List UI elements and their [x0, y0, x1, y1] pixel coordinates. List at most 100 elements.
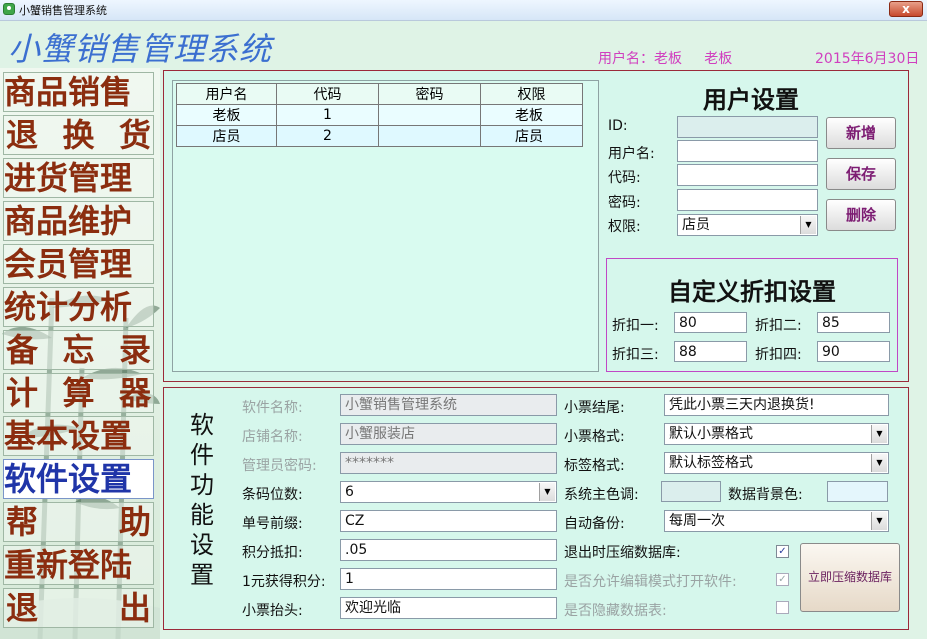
username-field[interactable] — [677, 140, 818, 162]
current-user: 用户名：老板 老板 — [598, 48, 732, 68]
receipt-format-label: 小票格式: — [564, 429, 625, 445]
role-select-value: 店员 — [682, 217, 710, 233]
discount4-label: 折扣四: — [755, 347, 802, 363]
user-settings-title: 用户设置 — [703, 85, 799, 114]
cell-code: 1 — [276, 104, 379, 126]
nav-item-returns-exchange-label: 退换货 — [6, 116, 151, 154]
nav-item-help-label: 帮助 — [6, 503, 151, 541]
nav-item-purchase-management[interactable]: 进货管理 — [3, 158, 154, 198]
nav-item-statistics[interactable]: 统计分析 — [3, 287, 154, 327]
chevron-down-icon[interactable]: ▼ — [871, 512, 887, 530]
shop-name-label: 店铺名称: — [242, 429, 303, 445]
nav-item-relogin[interactable]: 重新登陆 — [3, 545, 154, 585]
cell-username: 店员 — [176, 125, 277, 147]
users-grid[interactable]: 用户名 代码 密码 权限 老板 1 老板 店员 2 店员 — [172, 80, 599, 372]
points-per-yuan-field[interactable]: 1 — [340, 568, 557, 590]
col-role[interactable]: 权限 — [480, 83, 583, 105]
nav-item-memo[interactable]: 备忘录 — [3, 330, 154, 370]
code-label: 代码: — [608, 170, 641, 186]
cell-password — [378, 104, 481, 126]
nav-item-memo-label: 备忘录 — [6, 331, 151, 369]
hide-data-table-label: 是否隐藏数据表: — [564, 603, 667, 619]
discount4-field[interactable]: 90 — [817, 341, 890, 362]
table-row[interactable]: 店员 2 店员 — [176, 125, 583, 147]
sidebar: 商品销售 退换货 进货管理 商品维护 会员管理 统计分析 备忘录 计算器 基本设… — [0, 68, 160, 639]
software-name-label: 软件名称: — [242, 400, 303, 416]
section-title-char: 置 — [190, 561, 214, 589]
auto-backup-value: 每周一次 — [669, 513, 725, 529]
receipt-header-label: 小票抬头: — [242, 603, 303, 619]
software-settings-title: 软 件 功 能 设 置 — [185, 410, 219, 590]
receipt-format-value: 默认小票格式 — [669, 426, 753, 442]
allow-edit-mode-checkbox[interactable]: ✓ — [776, 573, 789, 586]
receipt-footer-field[interactable]: 凭此小票三天内退换货! — [664, 394, 889, 416]
save-user-button[interactable]: 保存 — [826, 158, 896, 190]
label-format-select[interactable]: 默认标签格式 ▼ — [664, 452, 889, 474]
discount3-label: 折扣三: — [612, 347, 659, 363]
role-select[interactable]: 店员 ▼ — [677, 214, 818, 236]
id-field[interactable] — [677, 116, 818, 138]
nav-item-basic-settings[interactable]: 基本设置 — [3, 416, 154, 456]
password-label: 密码: — [608, 195, 641, 211]
software-name-field: 小蟹销售管理系统 — [340, 394, 557, 416]
main-color-label: 系统主色调: — [564, 487, 639, 503]
points-deduct-label: 积分抵扣: — [242, 545, 303, 561]
admin-password-label: 管理员密码: — [242, 458, 317, 474]
nav-item-software-settings[interactable]: 软件设置 — [3, 459, 154, 499]
current-user-label: 用户名：老板 — [598, 51, 682, 67]
current-user-role: 老板 — [704, 51, 733, 67]
receipt-format-select[interactable]: 默认小票格式 ▼ — [664, 423, 889, 445]
nav-item-product-sales[interactable]: 商品销售 — [3, 72, 154, 112]
col-password[interactable]: 密码 — [378, 83, 481, 105]
discount3-field[interactable]: 88 — [674, 341, 747, 362]
barcode-digits-value: 6 — [345, 484, 354, 500]
points-deduct-field[interactable]: .05 — [340, 539, 557, 561]
username-label: 用户名: — [608, 146, 655, 162]
col-code[interactable]: 代码 — [276, 83, 379, 105]
col-username[interactable]: 用户名 — [176, 83, 277, 105]
nav-item-product-maintenance[interactable]: 商品维护 — [3, 201, 154, 241]
nav-item-exit[interactable]: 退出 — [3, 588, 154, 628]
nav-item-help[interactable]: 帮助 — [3, 502, 154, 542]
hide-data-table-checkbox[interactable] — [776, 601, 789, 614]
barcode-digits-label: 条码位数: — [242, 487, 303, 503]
chevron-down-icon[interactable]: ▼ — [539, 483, 555, 501]
nav-item-exit-label: 退出 — [6, 589, 151, 627]
code-field[interactable] — [677, 164, 818, 186]
nav-item-calculator[interactable]: 计算器 — [3, 373, 154, 413]
discount2-label: 折扣二: — [755, 318, 802, 334]
section-title-char: 件 — [190, 441, 214, 469]
compress-now-button[interactable]: 立即压缩数据库 — [800, 543, 900, 612]
data-bg-color-picker[interactable] — [827, 481, 888, 502]
allow-edit-mode-label: 是否允许编辑模式打开软件: — [564, 574, 737, 590]
order-prefix-field[interactable]: CZ — [340, 510, 557, 532]
compress-on-exit-checkbox[interactable]: ✓ — [776, 545, 789, 558]
section-title-char: 能 — [190, 501, 214, 529]
auto-backup-select[interactable]: 每周一次 ▼ — [664, 510, 889, 532]
close-button[interactable]: x — [889, 1, 923, 17]
section-title-char: 设 — [190, 531, 214, 559]
chevron-down-icon[interactable]: ▼ — [800, 216, 816, 234]
barcode-digits-select[interactable]: 6 ▼ — [340, 481, 557, 503]
discount2-field[interactable]: 85 — [817, 312, 890, 333]
main-color-picker[interactable] — [661, 481, 721, 502]
order-prefix-label: 单号前缀: — [242, 516, 303, 532]
cell-role: 老板 — [480, 104, 583, 126]
add-user-button[interactable]: 新增 — [826, 117, 896, 149]
receipt-header-field[interactable]: 欢迎光临 — [340, 597, 557, 619]
delete-user-button[interactable]: 删除 — [826, 199, 896, 231]
discount1-field[interactable]: 80 — [674, 312, 747, 333]
chevron-down-icon[interactable]: ▼ — [871, 425, 887, 443]
id-label: ID: — [608, 118, 628, 134]
cell-password — [378, 125, 481, 147]
section-title-char: 功 — [190, 471, 214, 499]
password-field[interactable] — [677, 189, 818, 211]
cell-code: 2 — [276, 125, 379, 147]
table-row[interactable]: 老板 1 老板 — [176, 104, 583, 126]
shop-name-field: 小蟹服装店 — [340, 423, 557, 445]
label-format-label: 标签格式: — [564, 458, 625, 474]
nav-item-member-management[interactable]: 会员管理 — [3, 244, 154, 284]
nav-item-returns-exchange[interactable]: 退换货 — [3, 115, 154, 155]
chevron-down-icon[interactable]: ▼ — [871, 454, 887, 472]
discount-settings-title: 自定义折扣设置 — [668, 277, 836, 306]
